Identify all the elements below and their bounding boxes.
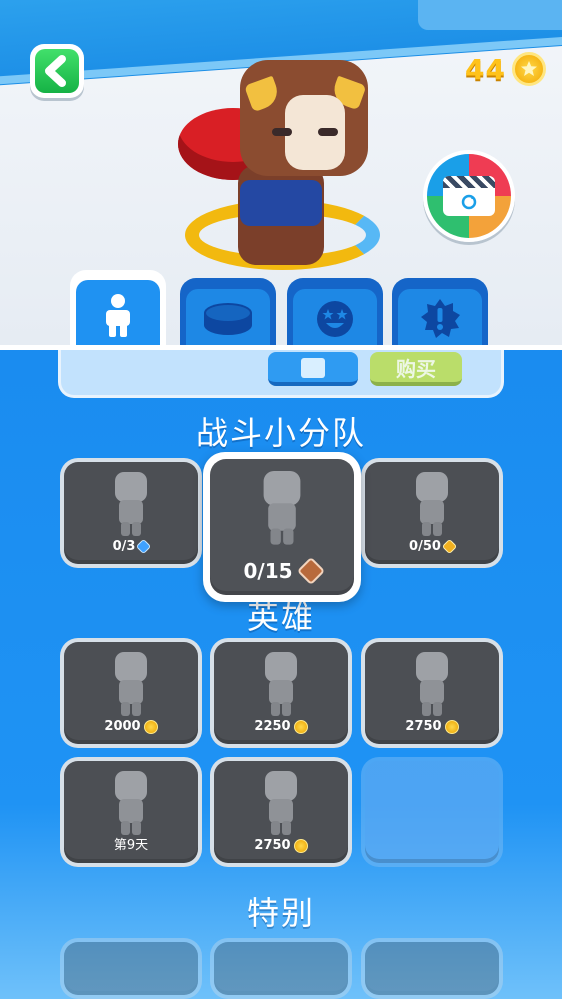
card-price: 0/3 bbox=[64, 538, 198, 555]
locked-character-figure bbox=[410, 652, 454, 716]
card-price: 0/50 bbox=[365, 538, 499, 555]
brown-gem-icon bbox=[296, 556, 325, 586]
hero-card-5[interactable]: 2750 bbox=[210, 757, 352, 867]
hero-card-1[interactable]: 2000 bbox=[60, 638, 202, 748]
coin-icon bbox=[293, 719, 308, 734]
chevron-left-icon bbox=[45, 55, 66, 87]
video-clapper-icon bbox=[301, 358, 325, 378]
card-price: 2250 bbox=[214, 719, 348, 734]
strip-buy-button[interactable]: 购买 bbox=[370, 352, 462, 386]
coin-count: 44 bbox=[465, 52, 506, 86]
squad-card-3[interactable]: 0/50 bbox=[361, 458, 503, 568]
special-card-2[interactable] bbox=[210, 938, 352, 999]
character-shirt bbox=[240, 180, 322, 226]
special-card-3[interactable] bbox=[361, 938, 503, 999]
locked-character-figure bbox=[109, 652, 153, 716]
squad-card-1[interactable]: 0/3 bbox=[60, 458, 202, 568]
locked-character-figure bbox=[259, 771, 303, 835]
hero-card-3[interactable]: 2750 bbox=[361, 638, 503, 748]
locked-character-figure bbox=[109, 771, 153, 835]
hero-card-empty-slot bbox=[361, 757, 503, 867]
coin-icon bbox=[444, 719, 459, 734]
special-card-1[interactable] bbox=[60, 938, 202, 999]
price-text: 0/15 bbox=[243, 559, 293, 583]
section-title-squad: 战斗小分队 bbox=[195, 414, 366, 452]
coin-icon bbox=[512, 52, 546, 86]
card-price: 2000 bbox=[64, 719, 198, 734]
tab-platforms[interactable] bbox=[180, 278, 276, 350]
disc-icon bbox=[204, 303, 252, 335]
coin-icon bbox=[293, 838, 308, 853]
price-text: 2250 bbox=[254, 719, 291, 734]
locked-character-figure bbox=[109, 472, 153, 536]
blue-gem-icon bbox=[136, 538, 152, 555]
price-text: 0/3 bbox=[112, 539, 136, 554]
character-eye-right bbox=[318, 128, 338, 136]
squad-card-2-selected[interactable]: 0/15 bbox=[203, 452, 361, 602]
price-text: 第9天 bbox=[113, 838, 149, 853]
price-text: 0/50 bbox=[409, 539, 441, 554]
card-price: 第9天 bbox=[64, 834, 198, 853]
strip-video-button[interactable] bbox=[268, 352, 358, 386]
card-price: 2750 bbox=[214, 838, 348, 853]
card-price: 2750 bbox=[365, 719, 499, 734]
locked-character-figure bbox=[410, 472, 454, 536]
price-text: 2750 bbox=[405, 719, 442, 734]
burst-badge-icon bbox=[421, 299, 460, 338]
price-text: 2750 bbox=[254, 838, 291, 853]
tab-emotes[interactable] bbox=[287, 278, 383, 350]
character-eye-left bbox=[272, 128, 292, 136]
coin-balance: 44 bbox=[465, 50, 546, 88]
tab-characters[interactable] bbox=[70, 270, 166, 350]
person-icon bbox=[106, 294, 130, 337]
hero-card-4[interactable]: 第9天 bbox=[60, 757, 202, 867]
watch-video-button[interactable] bbox=[423, 150, 515, 242]
section-title-special: 特别 bbox=[246, 894, 315, 932]
tab-effects[interactable] bbox=[392, 278, 488, 350]
arena-window bbox=[418, 0, 562, 30]
locked-character-figure bbox=[259, 652, 303, 716]
back-button[interactable] bbox=[30, 44, 84, 98]
price-text: 2000 bbox=[104, 719, 141, 734]
star-eyes-emoji-icon bbox=[317, 301, 353, 337]
card-price: 0/15 bbox=[210, 556, 354, 586]
hero-card-2[interactable]: 2250 bbox=[210, 638, 352, 748]
gold-gem-icon bbox=[441, 538, 458, 555]
video-clapper-icon bbox=[443, 176, 495, 216]
coin-icon bbox=[143, 719, 158, 734]
locked-character-figure bbox=[257, 471, 308, 545]
